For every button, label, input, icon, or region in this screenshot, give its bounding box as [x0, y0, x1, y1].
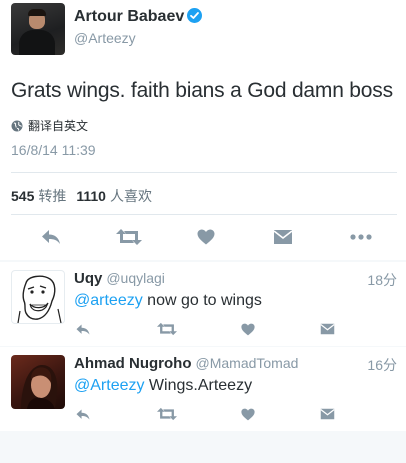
- like-button[interactable]: [239, 320, 257, 338]
- retweet-button[interactable]: [115, 224, 143, 250]
- reply-author-name[interactable]: Uqy: [74, 270, 102, 287]
- reply-icon: [42, 230, 60, 244]
- engagement-counts: 545 转推 1110 人喜欢: [11, 186, 162, 206]
- author-name[interactable]: Artour Babaev: [74, 8, 184, 25]
- reply-item[interactable]: Uqy @uqylagi 18分 @arteezy now go to wings: [0, 262, 406, 346]
- retweet-icon: [116, 229, 142, 245]
- person-photo-icon: [21, 364, 58, 409]
- like-label[interactable]: 人喜欢: [110, 188, 152, 204]
- reply-icon: [76, 323, 90, 335]
- reply-author-name[interactable]: Ahmad Nugroho: [74, 355, 192, 372]
- author-name-row[interactable]: Artour Babaev: [74, 8, 203, 26]
- empty-background: [0, 432, 406, 463]
- reply-button[interactable]: [74, 320, 92, 338]
- translate-link[interactable]: 翻译自英文: [11, 117, 88, 134]
- main-tweet: Artour Babaev @Arteezy Grats wings. fait…: [0, 0, 406, 260]
- mention-link[interactable]: @Arteezy: [74, 377, 144, 394]
- reply-icon: [76, 408, 90, 420]
- retweet-label[interactable]: 转推: [38, 188, 66, 204]
- reply-author-handle[interactable]: @MamadTomad: [196, 355, 299, 371]
- reply-action-bar: [74, 320, 374, 340]
- retweet-icon: [157, 407, 177, 421]
- reply-button[interactable]: [38, 224, 64, 250]
- reply-text-body: Wings.Arteezy: [144, 377, 253, 394]
- retweet-button[interactable]: [156, 320, 178, 338]
- like-count[interactable]: 1110: [76, 188, 106, 204]
- like-button[interactable]: [193, 224, 219, 250]
- reply-action-bar: [74, 405, 374, 425]
- mention-link[interactable]: @arteezy: [74, 292, 143, 309]
- reply-item[interactable]: Ahmad Nugroho @MamadTomad 16分 @Arteezy Wi…: [0, 347, 406, 431]
- author-avatar[interactable]: [11, 3, 65, 55]
- meme-face-icon: [17, 275, 62, 323]
- tweet-action-bar: [0, 224, 406, 252]
- reply-time: 18分: [367, 272, 397, 288]
- retweet-icon: [157, 322, 177, 336]
- translate-label: 翻译自英文: [28, 119, 89, 133]
- reply-button[interactable]: [74, 405, 92, 423]
- avatar-body-shape: [19, 30, 55, 55]
- verified-badge-icon: [187, 8, 203, 23]
- heart-icon: [241, 323, 255, 335]
- heart-icon: [197, 229, 215, 245]
- direct-message-button[interactable]: [270, 224, 296, 250]
- more-icon: [350, 234, 372, 240]
- retweet-button[interactable]: [156, 405, 178, 423]
- reply-text-body: now go to wings: [142, 292, 262, 309]
- divider: [11, 214, 397, 215]
- reply-avatar[interactable]: [11, 270, 65, 324]
- more-button[interactable]: [348, 224, 374, 250]
- tweet-timestamp: 16/8/14 11:39: [11, 142, 96, 158]
- globe-icon: [11, 120, 23, 131]
- reply-author-row[interactable]: Ahmad Nugroho @MamadTomad: [74, 355, 298, 372]
- like-button[interactable]: [239, 405, 257, 423]
- retweet-count[interactable]: 545: [11, 188, 34, 204]
- reply-text: @arteezy now go to wings: [74, 292, 262, 310]
- envelope-icon: [319, 408, 335, 420]
- heart-icon: [241, 408, 255, 420]
- direct-message-button[interactable]: [318, 405, 336, 423]
- avatar-hair-shape: [28, 9, 46, 16]
- envelope-icon: [319, 323, 335, 335]
- divider: [11, 172, 397, 173]
- reply-author-row[interactable]: Uqy @uqylagi: [74, 270, 165, 287]
- direct-message-button[interactable]: [318, 320, 336, 338]
- reply-text: @Arteezy Wings.Arteezy: [74, 377, 252, 395]
- reply-time: 16分: [367, 357, 397, 373]
- reply-author-handle[interactable]: @uqylagi: [106, 270, 165, 286]
- envelope-icon: [273, 230, 293, 244]
- author-handle[interactable]: @Arteezy: [74, 30, 136, 46]
- reply-avatar[interactable]: [11, 355, 65, 409]
- tweet-text: Grats wings. faith bians a God damn boss: [11, 79, 393, 102]
